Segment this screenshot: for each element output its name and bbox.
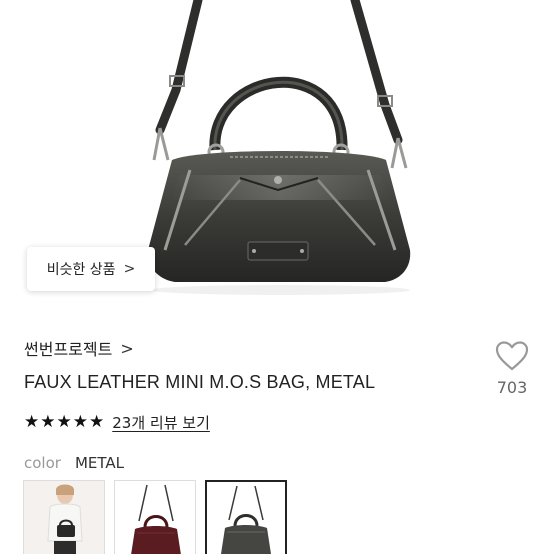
- color-thumbnails: [23, 480, 287, 554]
- color-label: color: [24, 454, 61, 472]
- brand-name: 썬번프로젝트: [24, 340, 113, 359]
- heart-outline-icon: [495, 341, 529, 371]
- brand-link[interactable]: 썬번프로젝트 >: [24, 336, 134, 360]
- reviews-link[interactable]: 23개 리뷰 보기: [112, 412, 210, 433]
- color-value: METAL: [74, 454, 124, 472]
- rating-row: ★ ★ ★ ★ ★ 23개 리뷰 보기: [24, 412, 210, 433]
- chevron-right-icon: >: [120, 338, 134, 358]
- thumbnail-burgundy[interactable]: [114, 480, 196, 554]
- product-title: FAUX LEATHER MINI M.O.S BAG, METAL: [24, 372, 376, 392]
- star-icon: ★: [89, 412, 105, 432]
- burgundy-bag-photo: [115, 481, 195, 554]
- thumbnail-metal[interactable]: [205, 480, 287, 554]
- model-photo: [24, 481, 104, 554]
- star-icon: ★: [40, 412, 56, 432]
- chevron-right-icon: >: [123, 261, 136, 277]
- like-button[interactable]: 703: [492, 340, 532, 397]
- star-icon: ★: [24, 412, 40, 432]
- product-hero-image: 비슷한 상품 >: [0, 0, 554, 312]
- metal-bag-photo: [207, 482, 285, 554]
- star-rating: ★ ★ ★ ★ ★: [24, 414, 104, 431]
- similar-products-button[interactable]: 비슷한 상품 >: [27, 247, 155, 291]
- thumbnail-model[interactable]: [23, 480, 105, 554]
- similar-products-label: 비슷한 상품: [46, 262, 116, 278]
- color-option-row: color METAL: [24, 454, 124, 472]
- star-icon: ★: [72, 412, 88, 432]
- like-count: 703: [496, 378, 528, 397]
- star-icon: ★: [56, 412, 72, 432]
